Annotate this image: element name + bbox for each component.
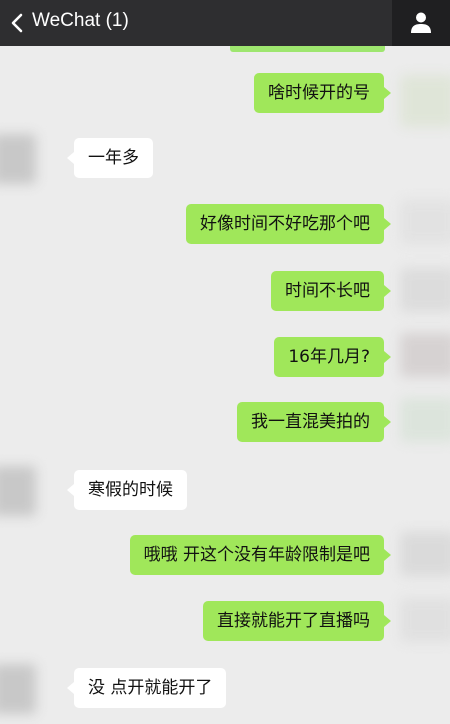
outgoing-message[interactable]: 直接就能开了直播吗 — [203, 601, 391, 641]
outgoing-message[interactable]: 我一直混美拍的 — [237, 402, 391, 442]
own-avatar[interactable] — [400, 268, 450, 312]
own-avatar[interactable] — [400, 598, 450, 642]
back-chevron-icon[interactable] — [8, 13, 28, 33]
contact-avatar[interactable] — [0, 134, 36, 184]
own-avatar[interactable] — [400, 75, 450, 127]
contact-person-icon — [411, 12, 431, 33]
outgoing-message[interactable]: 啥时候开的号 — [254, 73, 391, 113]
contact-avatar[interactable] — [0, 466, 36, 516]
own-avatar[interactable] — [400, 532, 450, 576]
outgoing-message[interactable]: 好像时间不好吃那个吧 — [186, 204, 391, 244]
own-avatar[interactable] — [400, 398, 450, 442]
incoming-message[interactable]: 一年多 — [67, 138, 153, 178]
outgoing-message[interactable]: 时间不长吧 — [271, 271, 391, 311]
previous-message-edge — [230, 46, 385, 52]
outgoing-message[interactable]: 16年几月? — [274, 337, 391, 377]
own-avatar[interactable] — [400, 200, 450, 244]
chat-title[interactable]: WeChat (1) — [32, 10, 129, 32]
outgoing-message[interactable]: 哦哦 开这个没有年龄限制是吧 — [129, 535, 392, 575]
incoming-message[interactable]: 寒假的时候 — [67, 470, 187, 510]
contact-info-button[interactable] — [392, 0, 450, 46]
contact-avatar[interactable] — [0, 664, 36, 714]
chat-header: WeChat (1) — [0, 0, 450, 46]
incoming-message[interactable]: 没 点开就能开了 — [66, 668, 227, 708]
own-avatar[interactable] — [400, 333, 450, 377]
